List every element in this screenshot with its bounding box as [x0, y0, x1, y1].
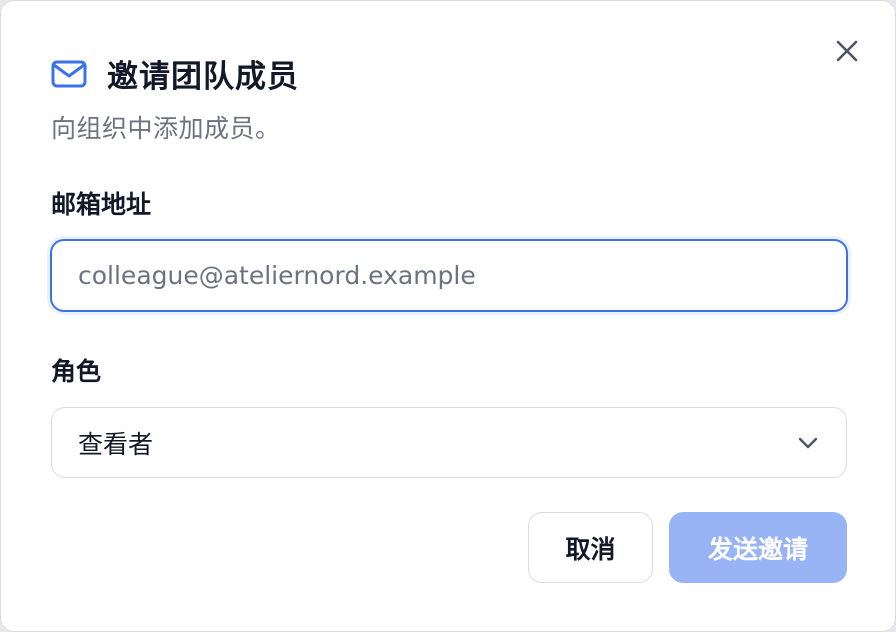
- chevron-down-icon: [798, 437, 818, 449]
- role-label: 角色: [51, 357, 102, 386]
- send-invite-button[interactable]: 发送邀请: [669, 512, 847, 583]
- dialog-subtitle: 向组织中添加成员。: [51, 114, 281, 143]
- email-label: 邮箱地址: [51, 190, 152, 219]
- dialog-title: 邀请团队成员: [107, 59, 299, 95]
- dialog-header: 邀请团队成员: [51, 51, 299, 96]
- cancel-button[interactable]: 取消: [528, 512, 653, 583]
- role-select[interactable]: 查看者: [51, 407, 847, 478]
- mail-icon: [51, 55, 89, 93]
- close-icon: [836, 40, 858, 66]
- email-input[interactable]: [50, 239, 848, 312]
- role-selected-value: 查看者: [78, 429, 154, 459]
- invite-dialog: 邀请团队成员 向组织中添加成员。 邮箱地址 角色 查看者 取消 发送邀请: [0, 0, 896, 632]
- close-button[interactable]: [827, 33, 867, 73]
